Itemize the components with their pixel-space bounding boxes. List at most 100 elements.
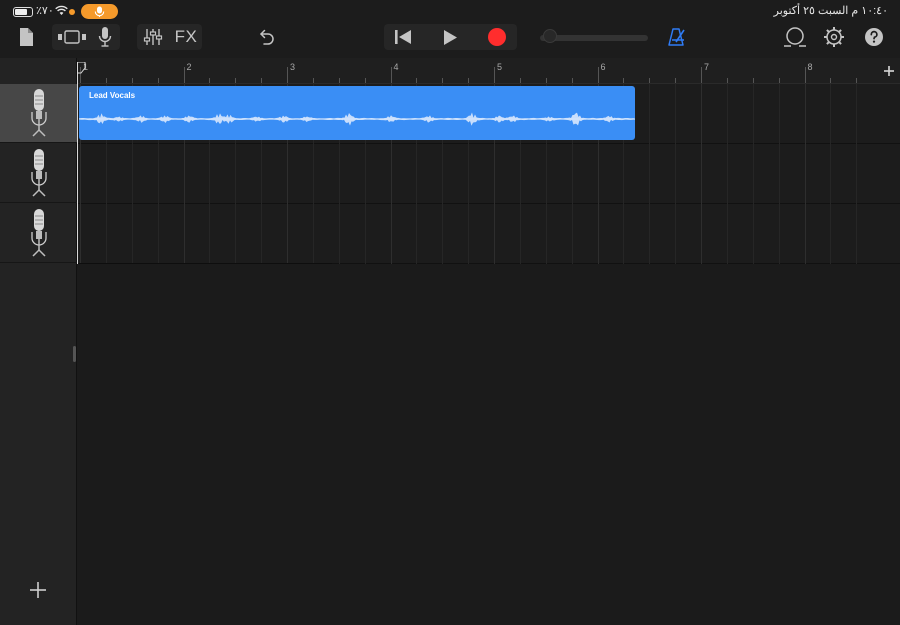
ruler-tick <box>519 78 521 83</box>
ruler-tick <box>649 78 651 83</box>
battery-icon <box>13 7 33 17</box>
loop-browser-button[interactable] <box>783 25 807 49</box>
mixer-sliders-icon <box>143 29 163 45</box>
microphone-in-use-indicator <box>81 4 118 19</box>
ruler-tick <box>752 78 754 83</box>
ruler-tick <box>701 67 702 83</box>
ruler-tick <box>261 78 263 83</box>
grid-line <box>726 84 728 264</box>
condenser-microphone-icon <box>30 209 47 257</box>
skip-back-icon <box>395 30 411 44</box>
fx-label: FX <box>174 27 198 46</box>
playhead-handle[interactable] <box>77 62 86 74</box>
microphone-icon <box>98 27 112 47</box>
track-header-3[interactable] <box>0 204 77 263</box>
ruler-tick <box>157 78 159 83</box>
ruler-tick <box>312 78 314 83</box>
grid-line <box>701 84 702 264</box>
battery-percentage: ٪٧٠ <box>36 5 54 17</box>
my-songs-button[interactable] <box>16 26 36 48</box>
track-lane[interactable] <box>77 144 900 204</box>
tracks-view-icon <box>58 30 86 44</box>
document-icon <box>20 28 33 46</box>
settings-button[interactable] <box>822 25 846 49</box>
ruler-tick <box>804 67 806 83</box>
track-header-1[interactable] <box>0 84 77 143</box>
ruler-bar-number: 8 <box>807 62 813 72</box>
ruler-bar-number: 6 <box>600 62 606 72</box>
status-date-time: ١٠:٤٠ م السبت ٢٥ أكتوبر <box>773 5 888 17</box>
go-to-beginning-button[interactable] <box>390 26 416 48</box>
loop-icon <box>784 27 806 47</box>
timeline-ruler[interactable]: 12345678 <box>77 58 900 84</box>
condenser-microphone-icon <box>30 149 47 197</box>
grid-line <box>830 84 832 264</box>
ruler-bar-number: 5 <box>497 62 503 72</box>
grid-line <box>675 84 677 264</box>
help-button[interactable] <box>862 25 886 49</box>
ruler-tick <box>235 78 237 83</box>
ruler-tick <box>778 78 780 83</box>
wifi-icon <box>55 5 68 15</box>
ruler-tick <box>545 78 547 83</box>
metronome-icon <box>668 28 685 46</box>
microphone-icon <box>94 6 105 17</box>
ruler-tick <box>571 78 573 83</box>
toolbar: FX <box>0 22 900 58</box>
plus-icon <box>884 66 894 76</box>
ruler-tick <box>726 78 728 83</box>
ruler-tick <box>830 78 832 83</box>
privacy-indicator-dot <box>69 9 75 15</box>
grid-line <box>752 84 754 264</box>
ruler-bar-number: 2 <box>186 62 192 72</box>
grid-line <box>778 84 780 264</box>
ruler-bar-number: 4 <box>393 62 399 72</box>
fx-button[interactable]: FX <box>172 26 200 48</box>
sidebar-resize-handle[interactable] <box>73 346 76 362</box>
ruler-tick <box>597 67 599 83</box>
record-button[interactable] <box>485 26 509 48</box>
ruler-tick <box>416 78 418 83</box>
play-icon <box>443 29 457 45</box>
ruler-tick <box>131 78 133 83</box>
track-lane[interactable] <box>77 204 900 264</box>
ruler-tick <box>442 78 444 83</box>
grid-line <box>856 84 858 264</box>
ruler-tick <box>390 67 392 83</box>
ruler-tick <box>338 78 340 83</box>
play-button[interactable] <box>438 26 462 48</box>
plus-icon <box>30 582 46 598</box>
ruler-tick <box>675 78 677 83</box>
track-header-2[interactable] <box>0 144 77 203</box>
gear-icon <box>824 27 844 47</box>
ruler-tick <box>287 67 288 83</box>
add-section-button[interactable] <box>880 62 898 80</box>
waveform <box>79 112 635 126</box>
browser-view-button[interactable] <box>57 27 87 47</box>
ruler-tick <box>856 78 858 83</box>
ruler-tick <box>468 78 470 83</box>
ruler-tick <box>183 67 185 83</box>
grid-line <box>804 84 806 264</box>
ruler-tick <box>105 78 107 83</box>
condenser-microphone-icon <box>30 89 47 137</box>
volume-slider-knob[interactable] <box>543 29 557 43</box>
undo-icon <box>260 29 274 45</box>
grid-line <box>649 84 651 264</box>
help-icon <box>865 28 883 46</box>
instrument-button[interactable] <box>95 26 115 48</box>
undo-button[interactable] <box>255 26 277 48</box>
track-area-bottom-edge <box>77 263 332 264</box>
record-icon <box>488 28 506 46</box>
ruler-tick <box>364 78 366 83</box>
status-bar: ٪٧٠ ١٠:٤٠ م السبت ٢٥ أكتوبر <box>0 0 900 22</box>
track-controls-button[interactable] <box>142 26 164 48</box>
metronome-button[interactable] <box>664 25 688 49</box>
add-track-button[interactable] <box>28 580 48 600</box>
ruler-tick <box>623 78 625 83</box>
audio-region[interactable]: Lead Vocals <box>79 86 635 140</box>
ruler-bar-number: 7 <box>704 62 710 72</box>
playhead[interactable] <box>77 62 78 264</box>
ruler-tick <box>209 78 211 83</box>
track-headers-panel <box>0 58 77 625</box>
